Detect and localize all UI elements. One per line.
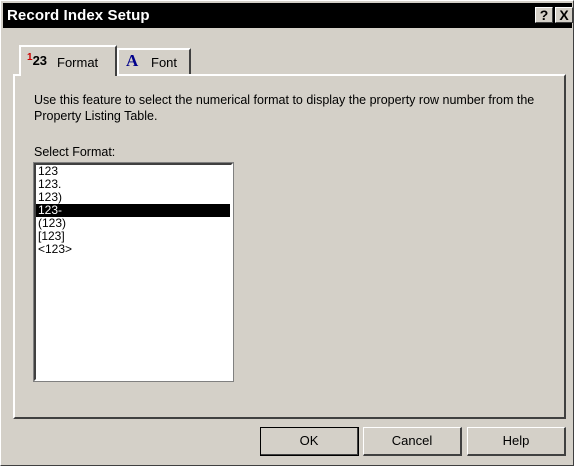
ok-button[interactable]: OK — [260, 427, 359, 456]
tab-format[interactable]: 123 Format — [19, 45, 117, 76]
tab-font-label: Font — [151, 55, 178, 70]
tab-format-label: Format — [57, 55, 99, 70]
list-item-format[interactable]: 123 — [36, 165, 230, 178]
list-item-format[interactable]: <123> — [36, 243, 230, 256]
font-a-icon: A — [126, 51, 139, 70]
list-item-format[interactable]: 123. — [36, 178, 230, 191]
title-bar[interactable]: Record Index Setup ? X — [3, 3, 573, 28]
tab-font[interactable]: A Font — [117, 48, 191, 74]
dialog-title: Record Index Setup — [7, 7, 150, 24]
close-button[interactable]: X — [555, 7, 573, 23]
help-question-button[interactable]: ? — [535, 7, 553, 23]
format-tab-panel: Use this feature to select the numerical… — [13, 74, 566, 419]
numbers-123-icon: 123 — [27, 52, 48, 68]
list-item-format[interactable]: (123) — [36, 217, 230, 230]
format-listbox[interactable]: 123 123. 123) 123- (123) [123] <123> — [33, 162, 234, 382]
select-format-label: Select Format: — [34, 145, 116, 159]
help-button[interactable]: Help — [467, 427, 566, 456]
cancel-button[interactable]: Cancel — [363, 427, 462, 456]
record-index-setup-dialog: Record Index Setup ? X 123 Format A Font… — [0, 0, 574, 466]
list-item-format[interactable]: 123) — [36, 191, 230, 204]
description-text: Use this feature to select the numerical… — [34, 93, 535, 123]
